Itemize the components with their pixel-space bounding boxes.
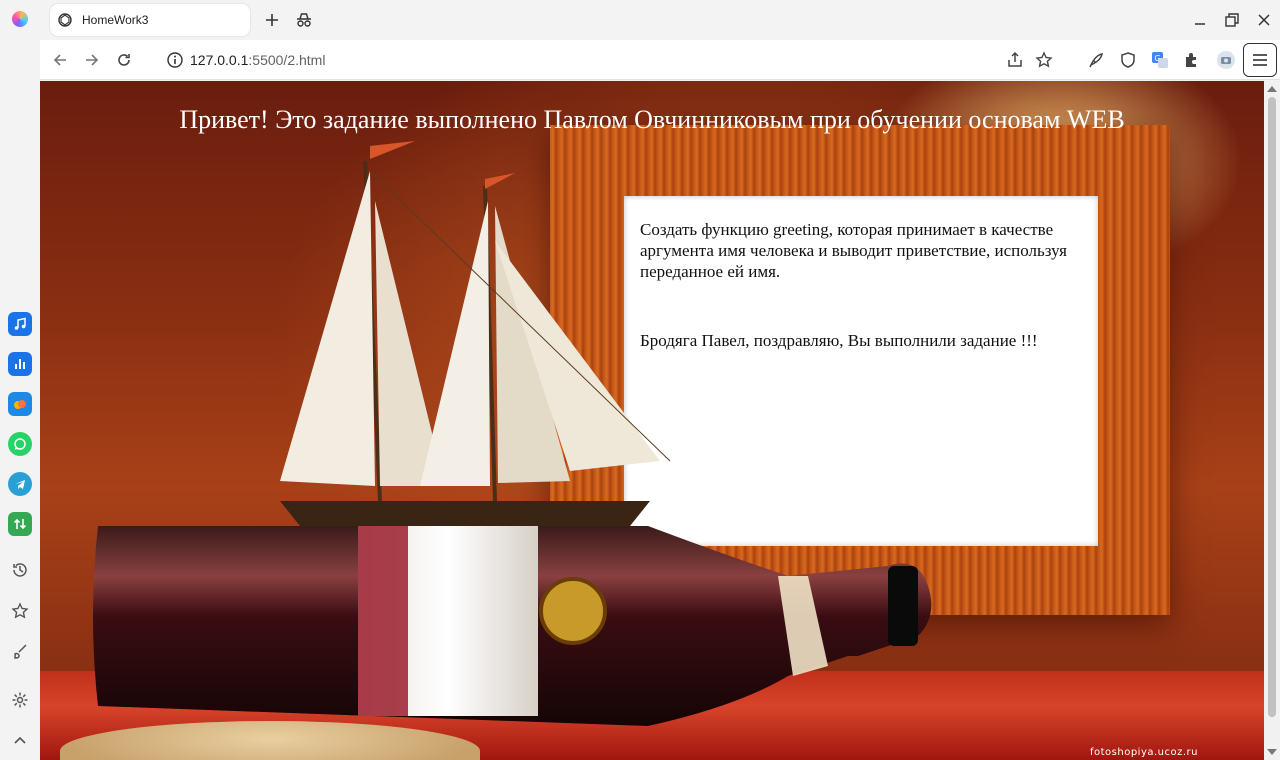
page-title: Привет! Это задание выполнено Павлом Овч… <box>179 105 1125 134</box>
telegram-icon[interactable] <box>8 472 32 496</box>
incognito-icon[interactable] <box>292 8 316 32</box>
music-icon[interactable] <box>8 312 32 336</box>
url-path: :5500/2.html <box>248 52 326 68</box>
restore-icon[interactable] <box>1218 6 1246 34</box>
extensions-icon[interactable] <box>1181 49 1203 71</box>
vertical-scrollbar[interactable] <box>1264 81 1280 760</box>
browser-toolbar: 127.0.0.1:5500/2.html G <box>40 40 1280 80</box>
analytics-icon[interactable] <box>8 352 32 376</box>
share-icon[interactable] <box>1004 49 1026 71</box>
tab-strip: HomeWork3 <box>0 0 1280 40</box>
history-icon[interactable] <box>10 560 30 580</box>
forward-icon[interactable] <box>80 48 104 72</box>
settings-icon[interactable] <box>10 690 30 710</box>
transfer-icon[interactable] <box>8 512 32 536</box>
menu-icon[interactable] <box>1243 43 1277 77</box>
task-description: Создать функцию greeting, которая приним… <box>640 220 1068 281</box>
translate-icon[interactable]: G <box>1149 49 1171 71</box>
shield-icon[interactable] <box>1117 49 1139 71</box>
tab-title: HomeWork3 <box>82 13 149 27</box>
scroll-down-arrow-icon[interactable] <box>1267 749 1277 755</box>
wine-bottle-image <box>93 516 932 726</box>
site-info-icon[interactable] <box>166 51 184 69</box>
bookmark-star-icon[interactable] <box>1033 49 1055 71</box>
brush-icon[interactable] <box>10 641 30 661</box>
camera-icon[interactable] <box>1215 49 1237 71</box>
page-viewport: Привет! Это задание выполнено Павлом Овч… <box>40 81 1264 760</box>
rocket-icon[interactable] <box>1085 49 1107 71</box>
url-host: 127.0.0.1 <box>190 52 249 68</box>
browser-logo-icon[interactable] <box>12 11 28 27</box>
tab-homework3[interactable]: HomeWork3 <box>50 4 250 36</box>
reload-icon[interactable] <box>112 48 136 72</box>
whatsapp-icon[interactable] <box>8 432 32 456</box>
greeting-output: Бродяга Павел, поздравляю, Вы выполнили … <box>640 331 1038 350</box>
address-bar[interactable]: 127.0.0.1:5500/2.html <box>190 52 325 68</box>
tab-favicon-icon <box>58 13 72 27</box>
minimize-icon[interactable] <box>1186 6 1214 34</box>
close-icon[interactable] <box>1250 6 1278 34</box>
new-tab-icon[interactable] <box>260 8 284 32</box>
scroll-thumb[interactable] <box>1268 97 1276 717</box>
bookmark-star-icon[interactable] <box>10 601 30 621</box>
watermark: fotoshopiya.ucoz.ru <box>1089 747 1198 758</box>
collapse-icon[interactable] <box>10 730 30 750</box>
scroll-up-arrow-icon[interactable] <box>1267 86 1277 92</box>
back-icon[interactable] <box>48 48 72 72</box>
sailing-ship-image <box>280 141 671 526</box>
cloud-icon[interactable] <box>8 392 32 416</box>
side-panel <box>0 40 40 760</box>
